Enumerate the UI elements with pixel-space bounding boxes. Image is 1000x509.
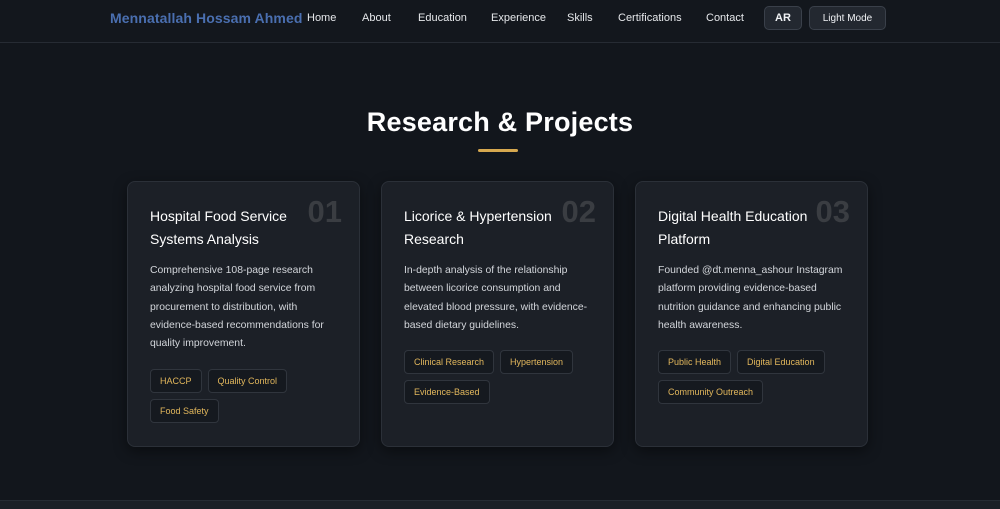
nav-certifications[interactable]: Certifications <box>618 12 682 24</box>
project-tags: Clinical Research Hypertension Evidence-… <box>404 350 604 404</box>
tag: Hypertension <box>500 350 574 374</box>
project-tags: HACCP Quality Control Food Safety <box>150 369 350 423</box>
nav-home[interactable]: Home <box>307 12 336 24</box>
project-card: 02 Licorice & Hypertension Research In-d… <box>381 181 614 447</box>
project-title: Licorice & Hypertension Research <box>404 208 552 247</box>
nav-contact[interactable]: Contact <box>706 12 744 24</box>
project-description: In-depth analysis of the relationship be… <box>404 265 588 331</box>
theme-toggle-button[interactable]: Light Mode <box>809 6 886 30</box>
language-toggle-button[interactable]: AR <box>764 6 802 30</box>
project-card: 03 Digital Health Education Platform Fou… <box>635 181 868 447</box>
tag: Quality Control <box>207 369 288 393</box>
section-title: Research & Projects <box>366 107 634 137</box>
tag: HACCP <box>150 369 202 393</box>
project-title: Hospital Food Service Systems Analysis <box>150 208 287 247</box>
project-description: Founded @dt.menna_ashour Instagram platf… <box>658 265 843 331</box>
tag: Community Outreach <box>658 380 764 404</box>
title-underline <box>478 149 518 152</box>
project-description: Comprehensive 108-page research analyzin… <box>150 265 324 350</box>
site-header: Mennatallah Hossam Ahmed Home About Educ… <box>0 0 1000 43</box>
tag: Evidence-Based <box>404 380 490 404</box>
nav-experience[interactable]: Experience <box>491 12 546 24</box>
tag: Clinical Research <box>404 350 495 374</box>
next-section-edge <box>0 500 1000 509</box>
nav-education[interactable]: Education <box>418 12 467 24</box>
project-tags: Public Health Digital Education Communit… <box>658 350 858 404</box>
tag: Food Safety <box>150 399 219 423</box>
tag: Digital Education <box>737 350 825 374</box>
brand-name[interactable]: Mennatallah Hossam Ahmed <box>110 10 302 26</box>
project-title: Digital Health Education Platform <box>658 208 808 247</box>
nav-about[interactable]: About <box>362 12 391 24</box>
project-card: 01 Hospital Food Service Systems Analysi… <box>127 181 360 447</box>
tag: Public Health <box>658 350 732 374</box>
nav-skills[interactable]: Skills <box>567 12 593 24</box>
